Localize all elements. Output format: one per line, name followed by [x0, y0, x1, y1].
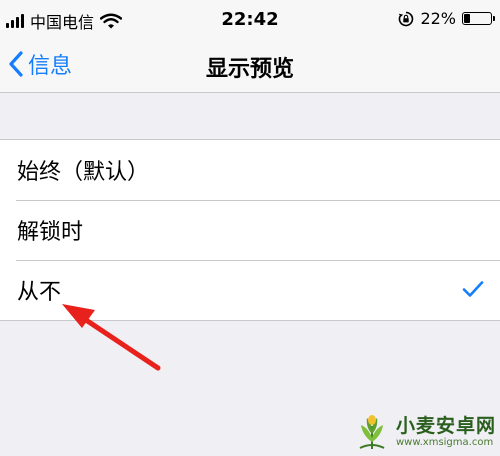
option-always[interactable]: 始终（默认） [0, 140, 500, 200]
preview-options-list: 始终（默认） 解锁时 从不 [0, 139, 500, 321]
navigation-bar: 信息 显示预览 [0, 38, 500, 93]
android-logo-icon [359, 415, 385, 450]
option-never[interactable]: 从不 [0, 260, 500, 320]
status-bar: 中国电信 22:42 22% [0, 0, 500, 38]
watermark-title: 小麦安卓网 [395, 415, 496, 437]
page-title: 显示预览 [205, 57, 294, 82]
battery-icon [462, 12, 495, 25]
checkmark-icon [462, 281, 484, 297]
battery-percent: 22% [420, 9, 456, 28]
rotation-lock-icon [399, 11, 414, 26]
watermark: 小麦安卓网 www.xmsigma.com [352, 412, 496, 452]
status-right: 22% [398, 9, 495, 28]
battery-fill [464, 14, 470, 23]
option-label: 解锁时 [17, 220, 84, 245]
option-label: 从不 [17, 280, 62, 305]
watermark-text: 小麦安卓网 www.xmsigma.com [396, 415, 496, 449]
option-when-unlocked[interactable]: 解锁时 [0, 200, 500, 260]
watermark-url: www.xmsigma.com [395, 437, 494, 448]
option-label: 始终（默认） [17, 160, 150, 185]
